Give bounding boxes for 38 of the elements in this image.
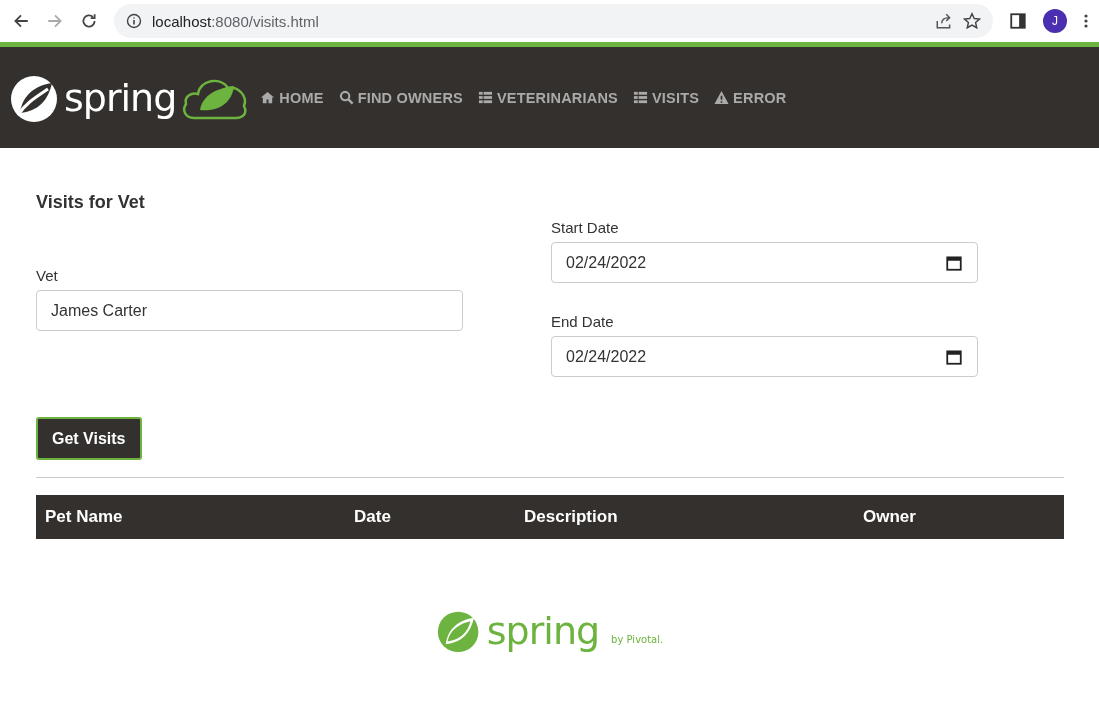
nav-link[interactable]: VISITS [632,89,700,106]
byline: by Pivotal. [611,634,664,645]
search-icon[interactable] [338,90,354,105]
nav-link[interactable]: HOME [260,89,324,106]
info-icon[interactable] [126,13,142,29]
back-icon[interactable] [12,12,30,30]
calendar-icon[interactable] [945,253,963,272]
calendar-icon[interactable] [945,347,963,366]
footer-brand: spring [486,612,600,650]
leaf-logo-icon [436,609,481,653]
field-label: Vet [36,267,59,284]
reload-icon[interactable] [80,12,98,30]
brand-name[interactable]: spring [64,78,177,117]
warning-icon[interactable] [714,90,730,105]
menu-icon[interactable] [1083,13,1089,29]
nav-link[interactable]: FIND OWNERS [338,89,463,106]
address-bar[interactable]: localhost:8080/visits.html [114,4,993,38]
nav-link[interactable]: VETERINARIANS [477,89,618,106]
share-icon[interactable] [935,12,953,30]
nav-link[interactable]: ERROR [714,89,787,106]
date-input[interactable]: 02/24/2022 [551,336,978,377]
field-label: Start Date [551,219,620,236]
star-icon[interactable] [963,12,981,30]
field-label: End Date [551,313,615,330]
column-header: Owner [862,507,916,527]
profile-avatar[interactable]: J [1043,9,1067,33]
home-icon[interactable] [260,90,276,105]
column-header: Date [353,507,392,527]
list-icon[interactable] [477,90,493,105]
url-text: localhost:8080/visits.html [152,12,319,30]
vet-input[interactable]: James Carter [36,290,463,331]
column-header: Description [523,507,619,527]
page-heading: Visits for Vet [36,192,146,213]
side-panel-icon[interactable] [1009,12,1027,30]
get-visits-button[interactable]: Get Visits [36,417,142,460]
list-icon[interactable] [632,90,648,105]
column-header: Pet Name [44,507,124,527]
date-input[interactable]: 02/24/2022 [551,242,978,283]
